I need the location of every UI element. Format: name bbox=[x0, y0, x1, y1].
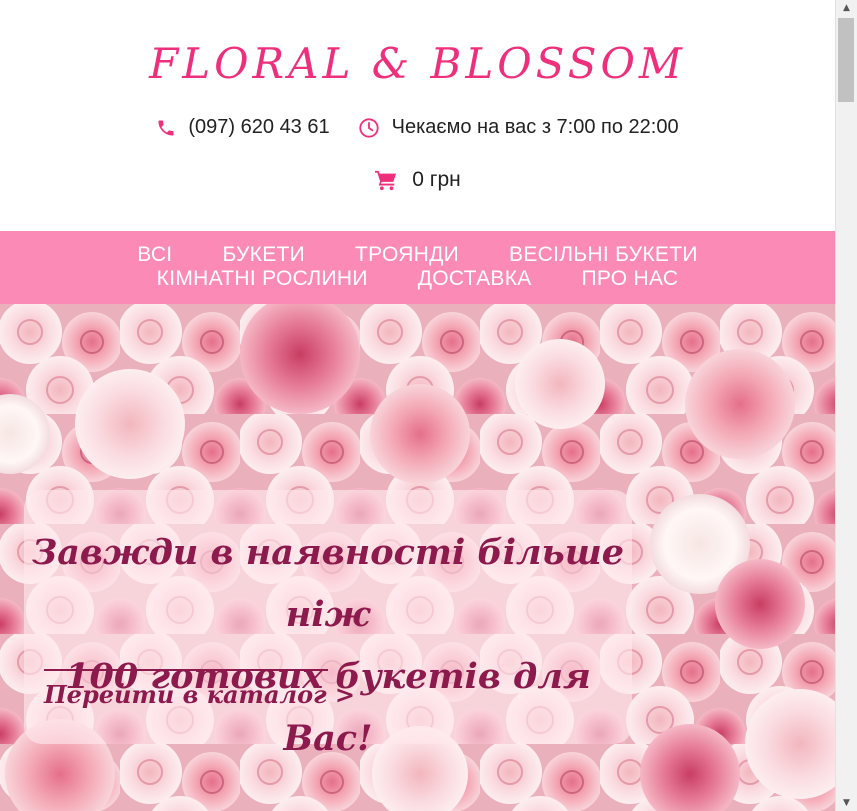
nav-item-wedding-bouquets[interactable]: ВЕСІЛЬНІ БУКЕТИ bbox=[509, 243, 698, 267]
nav-item-house-plants[interactable]: КІМНАТНІ РОСЛИНИ bbox=[157, 267, 368, 291]
cart-button[interactable]: 0 грн bbox=[0, 168, 835, 192]
nav-item-all[interactable]: ВСІ bbox=[137, 243, 172, 267]
browser-viewport: FLORAL & BLOSSOM (097) 620 43 61 Чекаємо… bbox=[0, 0, 857, 811]
phone-icon bbox=[156, 118, 176, 138]
scroll-up-arrow-icon[interactable]: ▲ bbox=[836, 0, 857, 16]
opening-hours: Чекаємо на вас з 7:00 по 22:00 bbox=[358, 116, 679, 139]
hours-text: Чекаємо на вас з 7:00 по 22:00 bbox=[391, 116, 679, 138]
vertical-scrollbar[interactable]: ▲ ▼ bbox=[835, 0, 857, 811]
site-logo[interactable]: FLORAL & BLOSSOM bbox=[0, 36, 835, 92]
phone-number: (097) 620 43 61 bbox=[188, 116, 330, 138]
hero-title-line-1: Завжди в наявності більше ніж bbox=[31, 532, 625, 635]
nav-item-about[interactable]: ПРО НАС bbox=[582, 267, 679, 291]
scroll-down-arrow-icon[interactable]: ▼ bbox=[836, 795, 857, 811]
nav-item-delivery[interactable]: ДОСТАВКА bbox=[418, 267, 532, 291]
nav-item-roses[interactable]: ТРОЯНДИ bbox=[355, 243, 459, 267]
main-nav: ВСІ БУКЕТИ ТРОЯНДИ ВЕСІЛЬНІ БУКЕТИ КІМНА… bbox=[0, 231, 835, 304]
cart-icon bbox=[374, 169, 398, 191]
cart-total: 0 грн bbox=[412, 168, 461, 191]
hero-card: Завжди в наявності більше ніж 100 готови… bbox=[24, 490, 632, 759]
phone-contact[interactable]: (097) 620 43 61 bbox=[156, 116, 330, 139]
clock-icon bbox=[358, 117, 380, 139]
scrollbar-thumb[interactable] bbox=[838, 18, 854, 102]
contact-row: (097) 620 43 61 Чекаємо на вас з 7:00 по… bbox=[0, 116, 835, 139]
hero-banner: Завжди в наявності більше ніж 100 готови… bbox=[0, 304, 835, 811]
catalog-link[interactable]: Перейти в каталог > bbox=[44, 680, 355, 709]
hero-divider bbox=[44, 669, 328, 671]
hero-title: Завжди в наявності більше ніж 100 готови… bbox=[24, 522, 632, 770]
page-content: FLORAL & BLOSSOM (097) 620 43 61 Чекаємо… bbox=[0, 0, 835, 811]
nav-item-bouquets[interactable]: БУКЕТИ bbox=[222, 243, 305, 267]
